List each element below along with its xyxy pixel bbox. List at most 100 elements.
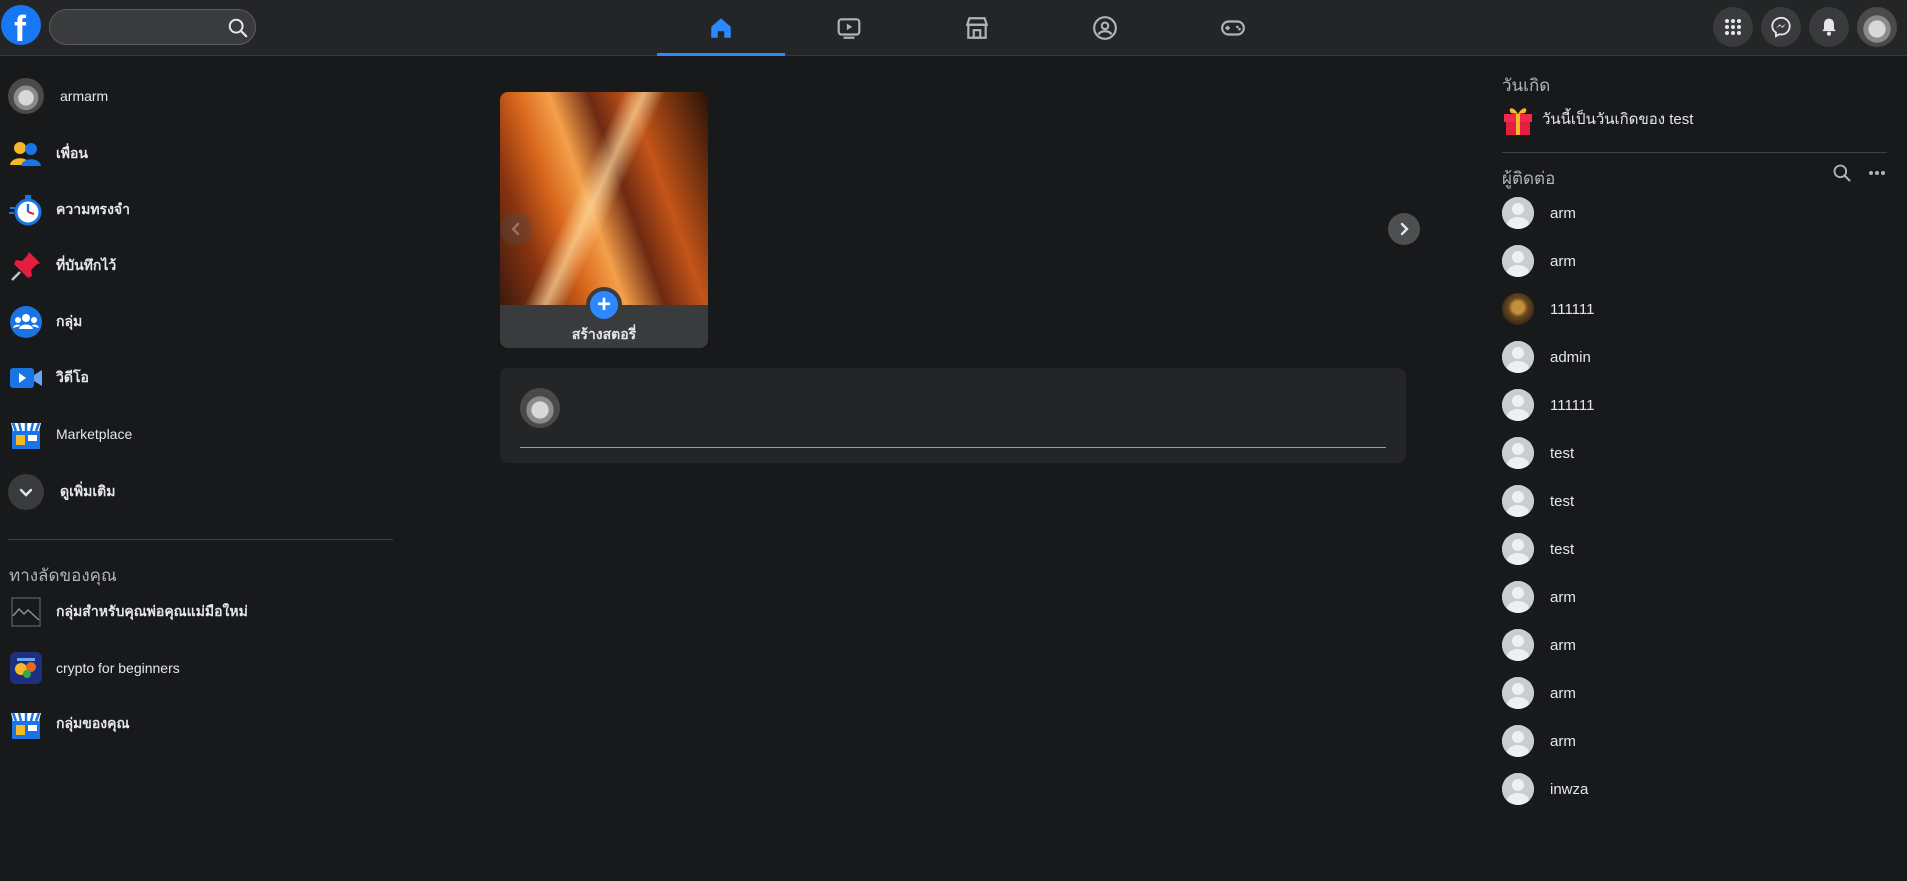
menu-button[interactable] <box>1713 7 1753 47</box>
tab-groups[interactable] <box>1041 0 1169 56</box>
contacts-title: ผู้ติดต่อ <box>1502 169 1556 188</box>
shortcut-label: กลุ่มสำหรับคุณพ่อคุณแม่มือใหม่ <box>56 603 248 619</box>
search-input[interactable] <box>64 10 224 44</box>
composer-divider <box>520 447 1386 448</box>
menu-grid-icon <box>1725 19 1741 35</box>
home-icon <box>711 18 731 38</box>
crypto-group-icon <box>10 652 42 684</box>
tab-gaming[interactable] <box>1169 0 1297 56</box>
sidebar-item-friends[interactable]: เพื่อน <box>8 132 393 176</box>
birthday-notice[interactable]: วันนี้เป็นวันเกิดของ test <box>1502 102 1693 136</box>
contact-name: admin <box>1550 348 1591 366</box>
contact-avatar <box>1502 437 1534 469</box>
contact-avatar <box>1502 485 1534 517</box>
contact-item[interactable]: inwza <box>1502 767 1892 811</box>
saved-pin-icon <box>11 252 40 281</box>
sidebar-item-video[interactable]: วิดีโอ <box>8 356 393 400</box>
contact-item[interactable]: arm <box>1502 191 1892 235</box>
contact-avatar <box>1502 677 1534 709</box>
see-more-label: ดูเพิ่มเติม <box>60 483 116 499</box>
sidebar-divider <box>8 539 393 540</box>
contact-avatar <box>1502 725 1534 757</box>
more-options-icon[interactable] <box>1867 163 1887 183</box>
contact-item[interactable]: test <box>1502 431 1892 475</box>
contact-avatar <box>1502 245 1534 277</box>
contact-item[interactable]: admin <box>1502 335 1892 379</box>
messenger-button[interactable] <box>1761 7 1801 47</box>
sidebar-item-label: วิดีโอ <box>56 369 89 385</box>
contact-item[interactable]: arm <box>1502 239 1892 283</box>
contact-name: test <box>1550 540 1575 558</box>
contact-item[interactable]: arm <box>1502 719 1892 763</box>
contact-avatar <box>1502 293 1534 325</box>
contact-avatar <box>1502 389 1534 421</box>
contact-item[interactable]: 111111 <box>1502 383 1892 427</box>
sidebar-item-label: ที่บันทึกไว้ <box>56 257 117 273</box>
contact-avatar <box>1502 629 1534 661</box>
avatar <box>8 78 44 114</box>
sidebar-item-label: กลุ่ม <box>56 313 83 329</box>
post-composer <box>500 368 1406 463</box>
shortcuts-title: ทางลัดของคุณ <box>9 566 117 585</box>
contact-name: arm <box>1550 732 1576 750</box>
tab-marketplace[interactable] <box>913 0 1041 56</box>
chevron-down-icon <box>8 474 44 510</box>
sidebar-item-label: Marketplace <box>56 426 133 442</box>
groups-icon <box>1093 16 1117 40</box>
contact-item[interactable]: arm <box>1502 671 1892 715</box>
avatar-image <box>1857 7 1897 47</box>
contact-avatar <box>1502 773 1534 805</box>
shortcut-item[interactable]: crypto for beginners <box>8 646 393 690</box>
tab-home[interactable] <box>657 0 785 56</box>
contact-avatar <box>1502 341 1534 373</box>
shortcut-item[interactable]: กลุ่มของคุณ <box>8 702 393 746</box>
sidebar-item-groups[interactable]: กลุ่ม <box>8 300 393 344</box>
sidebar-item-marketplace[interactable]: Marketplace <box>8 412 393 456</box>
sidebar-item-profile[interactable]: armarm <box>8 74 393 118</box>
shortcut-label: crypto for beginners <box>56 660 180 676</box>
memories-clock-icon <box>9 195 42 226</box>
search-icon[interactable] <box>1832 163 1852 183</box>
plus-icon[interactable]: + <box>586 287 622 323</box>
top-navigation-bar: f <box>0 0 1907 56</box>
create-story-label: สร้างสตอรี่ <box>571 326 637 342</box>
sidebar-item-label: เพื่อน <box>56 145 88 161</box>
contact-item[interactable]: arm <box>1502 575 1892 619</box>
birthdays-title: วันเกิด <box>1502 76 1551 95</box>
groups-icon <box>10 306 42 338</box>
contact-name: 111111 <box>1550 300 1595 318</box>
search-box[interactable] <box>49 9 256 45</box>
search-icon[interactable] <box>227 17 249 39</box>
create-story-card[interactable]: + <box>500 92 708 348</box>
contact-item[interactable]: arm <box>1502 623 1892 667</box>
friends-icon <box>10 142 41 166</box>
gift-icon <box>1504 108 1532 135</box>
story-image <box>500 92 708 305</box>
tab-watch[interactable] <box>785 0 913 56</box>
bell-icon <box>1822 18 1836 36</box>
contact-avatar <box>1502 533 1534 565</box>
sidebar-item-saved[interactable]: ที่บันทึกไว้ <box>8 244 393 288</box>
broken-image-icon <box>11 597 41 627</box>
shop-icon <box>965 17 989 39</box>
carousel-next-button[interactable] <box>1388 213 1420 245</box>
avatar[interactable] <box>520 388 560 428</box>
profile-name: armarm <box>60 88 109 104</box>
contact-item[interactable]: test <box>1502 527 1892 571</box>
marketplace-icon <box>11 422 41 449</box>
sidebar-item-memories[interactable]: ความทรงจำ <box>8 188 393 232</box>
carousel-prev-button[interactable] <box>500 213 532 245</box>
contact-avatar <box>1502 581 1534 613</box>
see-more-button[interactable]: ดูเพิ่มเติม <box>8 470 393 514</box>
sidebar-item-label: ความทรงจำ <box>56 201 130 217</box>
contact-item[interactable]: 111111 <box>1502 287 1892 331</box>
facebook-logo[interactable]: f <box>1 5 41 49</box>
contact-item[interactable]: test <box>1502 479 1892 523</box>
notifications-button[interactable] <box>1809 7 1849 47</box>
chevron-left-icon <box>511 222 520 236</box>
shortcut-item[interactable]: กลุ่มสำหรับคุณพ่อคุณแม่มือใหม่ <box>8 590 393 634</box>
contact-avatar <box>1502 197 1534 229</box>
contact-name: inwza <box>1550 780 1589 798</box>
profile-avatar[interactable] <box>1857 7 1897 47</box>
right-divider <box>1502 152 1887 153</box>
